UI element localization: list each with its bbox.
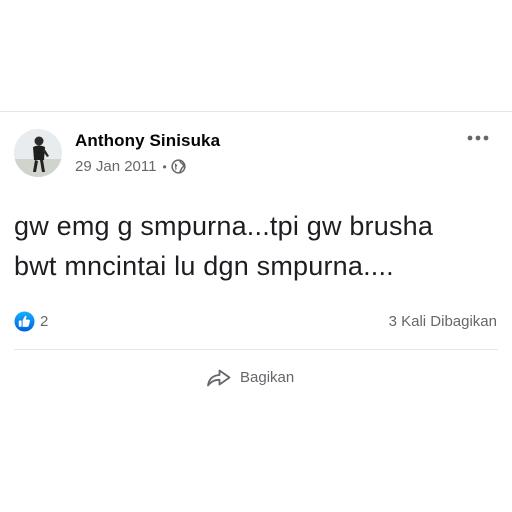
- post-date[interactable]: 29 Jan 2011: [75, 158, 156, 175]
- like-icon: [14, 311, 35, 332]
- more-options-button[interactable]: [464, 130, 492, 146]
- post-text: gw emg g smpurna...tpi gw brusha bwt mnc…: [14, 206, 498, 286]
- reactions-summary[interactable]: 2: [14, 311, 48, 332]
- more-horizontal-icon: [467, 135, 489, 141]
- divider: [14, 349, 498, 350]
- post-card: Anthony Sinisuka 29 Jan 2011 • gw emg g …: [0, 111, 512, 400]
- share-button[interactable]: Bagikan: [206, 364, 294, 390]
- reaction-count: 2: [40, 313, 49, 330]
- post-meta: 29 Jan 2011 •: [75, 158, 186, 175]
- meta-separator: •: [162, 159, 167, 174]
- avatar[interactable]: [14, 129, 62, 177]
- post-text-line-1: gw emg g smpurna...tpi gw brusha: [14, 211, 434, 241]
- globe-icon: [171, 159, 186, 174]
- share-arrow-icon: [207, 369, 231, 387]
- author-name[interactable]: Anthony Sinisuka: [75, 131, 220, 151]
- share-label: Bagikan: [240, 368, 295, 386]
- shares-count[interactable]: 3 Kali Dibagikan: [389, 313, 497, 330]
- post-text-line-2: bwt mncintai lu dgn smpurna....: [14, 251, 394, 281]
- page: Anthony Sinisuka 29 Jan 2011 • gw emg g …: [0, 0, 512, 512]
